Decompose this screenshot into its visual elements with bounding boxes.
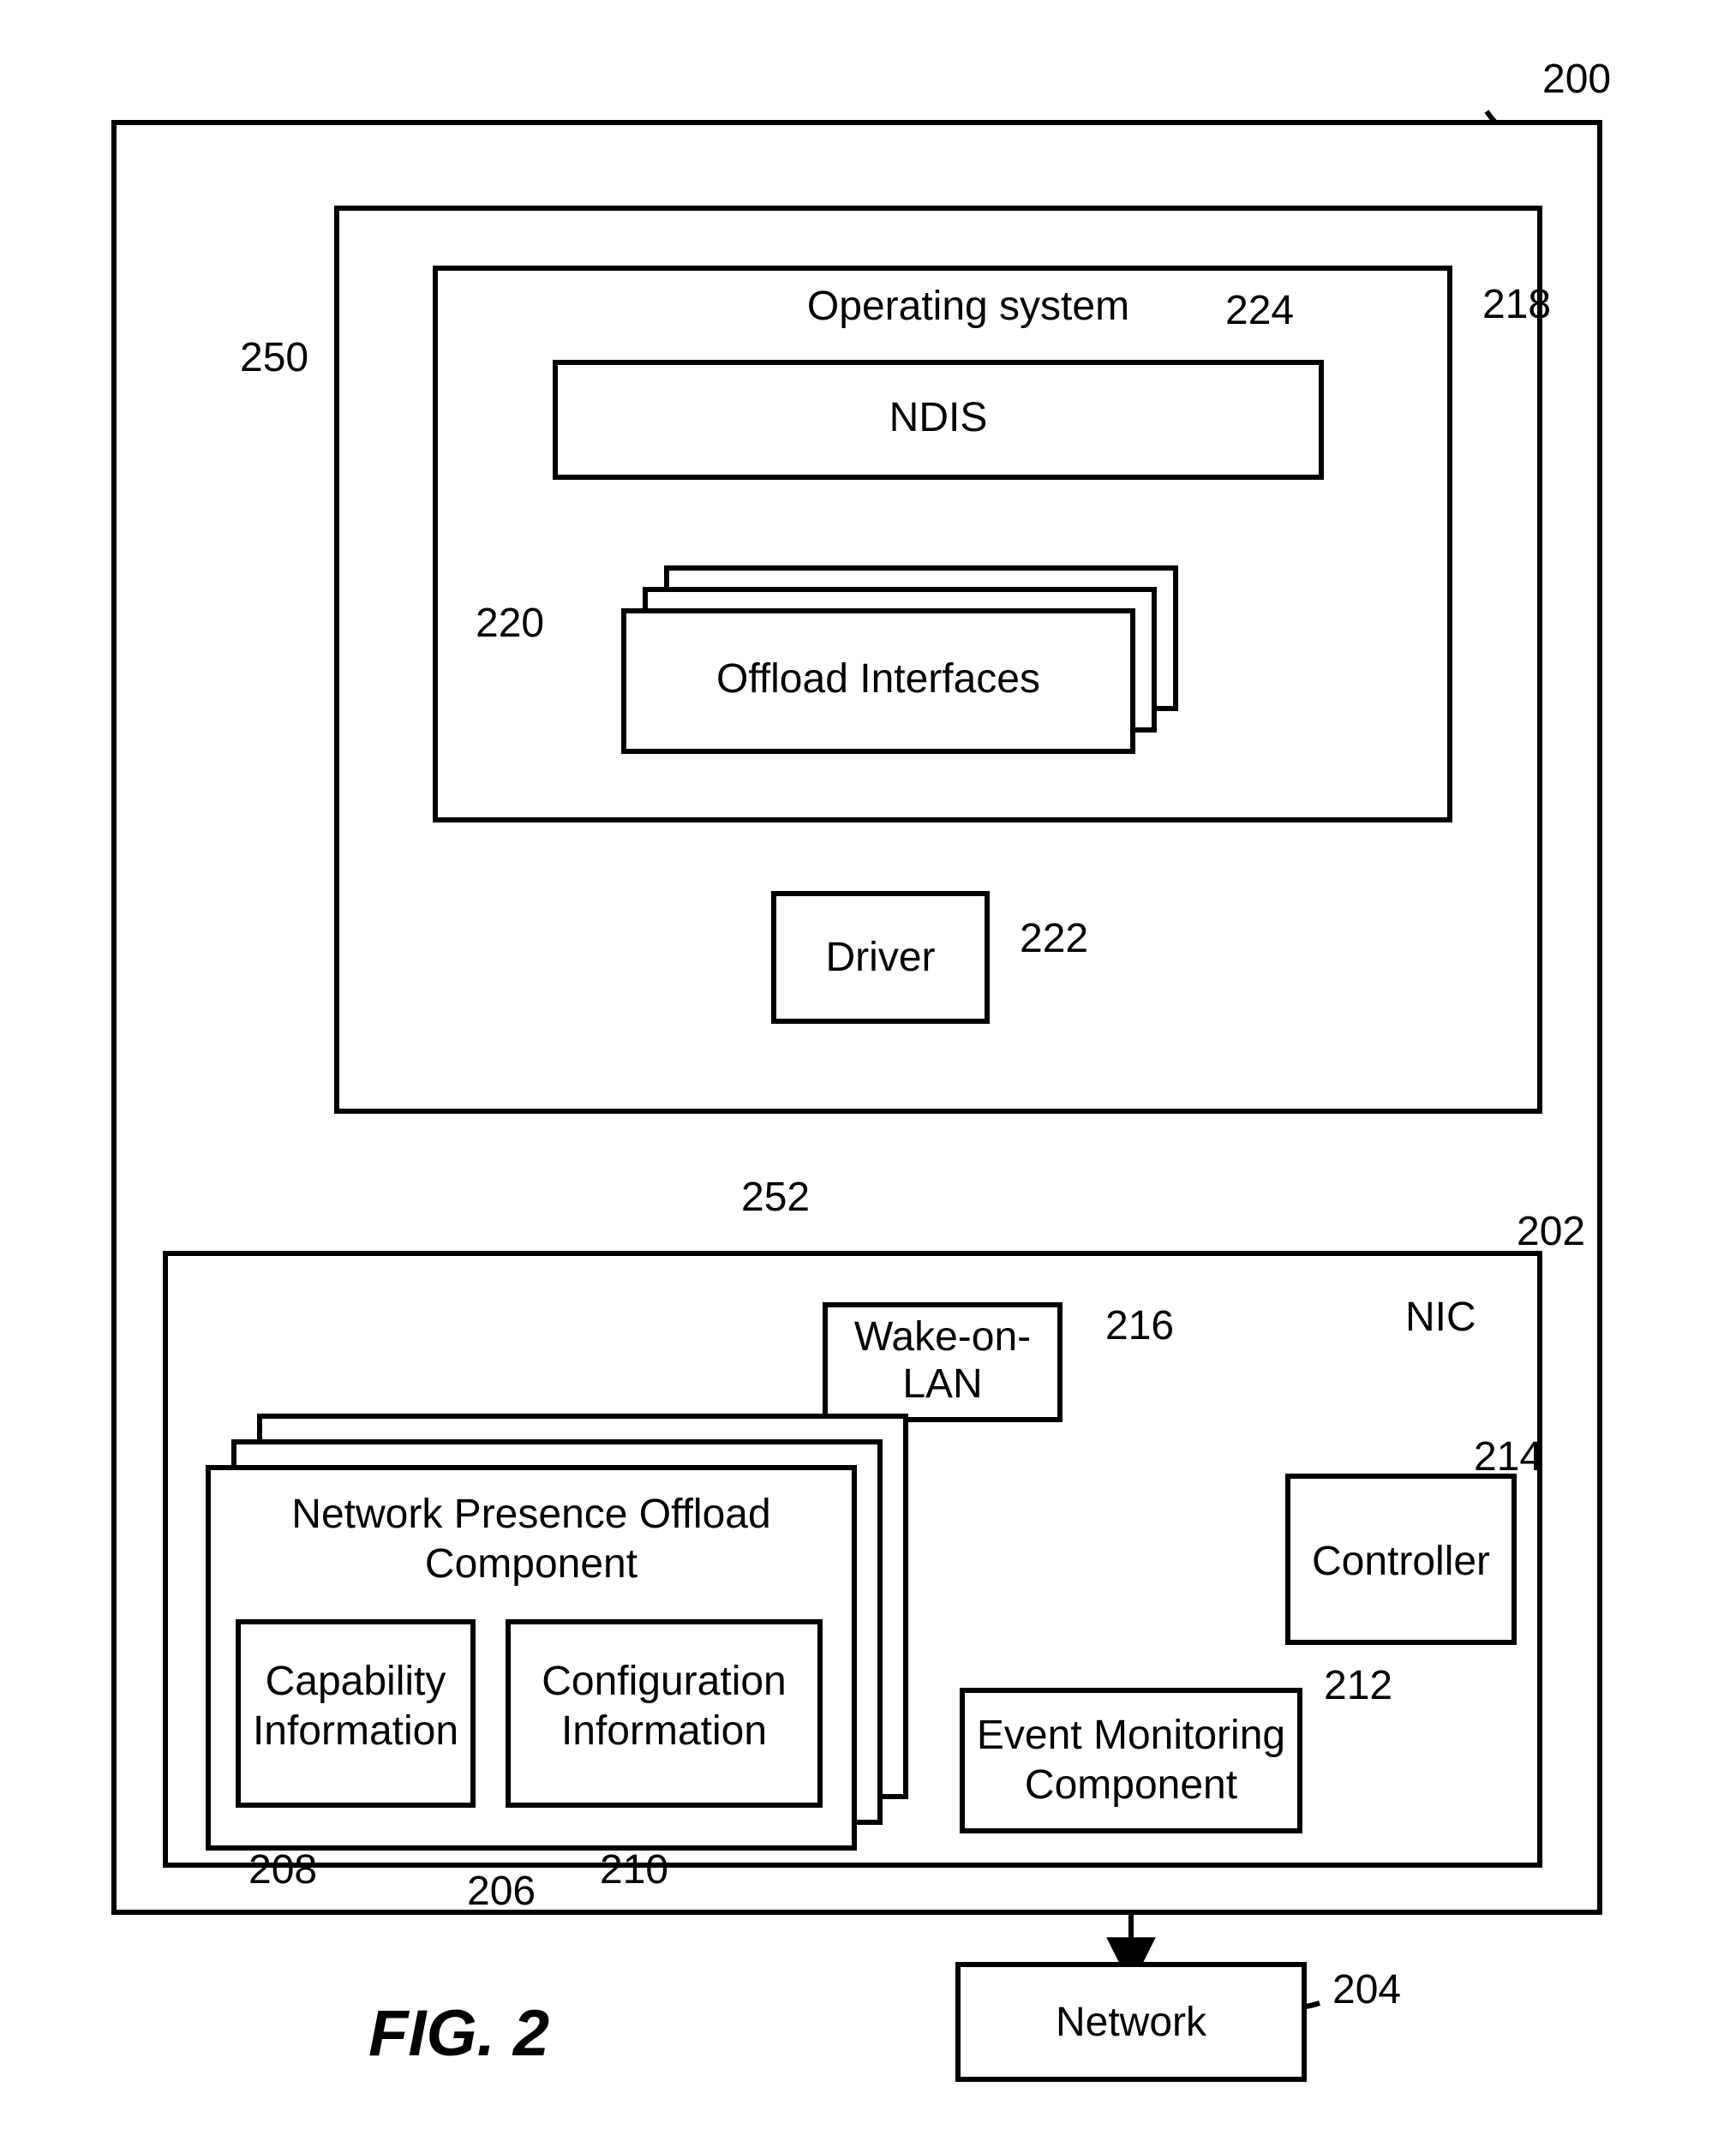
ref-250: 250	[240, 334, 308, 381]
wol-l2: LAN	[823, 1361, 1063, 1408]
wol-l1: Wake-on-	[823, 1313, 1063, 1361]
ref-204: 204	[1332, 1966, 1401, 2013]
cap-l2: Information	[236, 1707, 476, 1755]
ref-224: 224	[1225, 287, 1294, 334]
cfg-l1: Configuration	[506, 1658, 823, 1705]
ref-210: 210	[600, 1846, 668, 1893]
offload-if-label: Offload Interfaces	[621, 655, 1135, 703]
ref-212: 212	[1324, 1662, 1392, 1709]
ref-220: 220	[476, 600, 544, 647]
ref-206: 206	[467, 1868, 536, 1915]
network-label: Network	[955, 1999, 1307, 2046]
npoc-l2: Component	[206, 1540, 857, 1588]
cap-l1: Capability	[236, 1658, 476, 1705]
ref-208: 208	[248, 1846, 317, 1893]
os-title: Operating system	[797, 283, 1140, 330]
ref-218: 218	[1482, 281, 1551, 328]
emc-box	[960, 1688, 1302, 1833]
figure-label: FIG. 2	[368, 1996, 549, 2071]
ref-202: 202	[1517, 1208, 1585, 1255]
nic-label: NIC	[1405, 1294, 1476, 1341]
ref-200: 200	[1542, 56, 1611, 103]
emc-l1: Event Monitoring	[960, 1712, 1302, 1759]
cfg-l2: Information	[506, 1707, 823, 1755]
diagram-stage: 200 250 Operating system 218 NDIS 224 Of…	[0, 0, 1736, 2129]
ref-222: 222	[1020, 915, 1088, 962]
ref-214: 214	[1474, 1433, 1542, 1480]
npoc-l1: Network Presence Offload	[206, 1491, 857, 1538]
ref-216: 216	[1105, 1302, 1174, 1349]
controller-label: Controller	[1285, 1538, 1517, 1585]
ref-252: 252	[741, 1174, 810, 1221]
emc-l2: Component	[960, 1761, 1302, 1809]
ndis-label: NDIS	[553, 394, 1324, 441]
driver-label: Driver	[771, 934, 990, 981]
